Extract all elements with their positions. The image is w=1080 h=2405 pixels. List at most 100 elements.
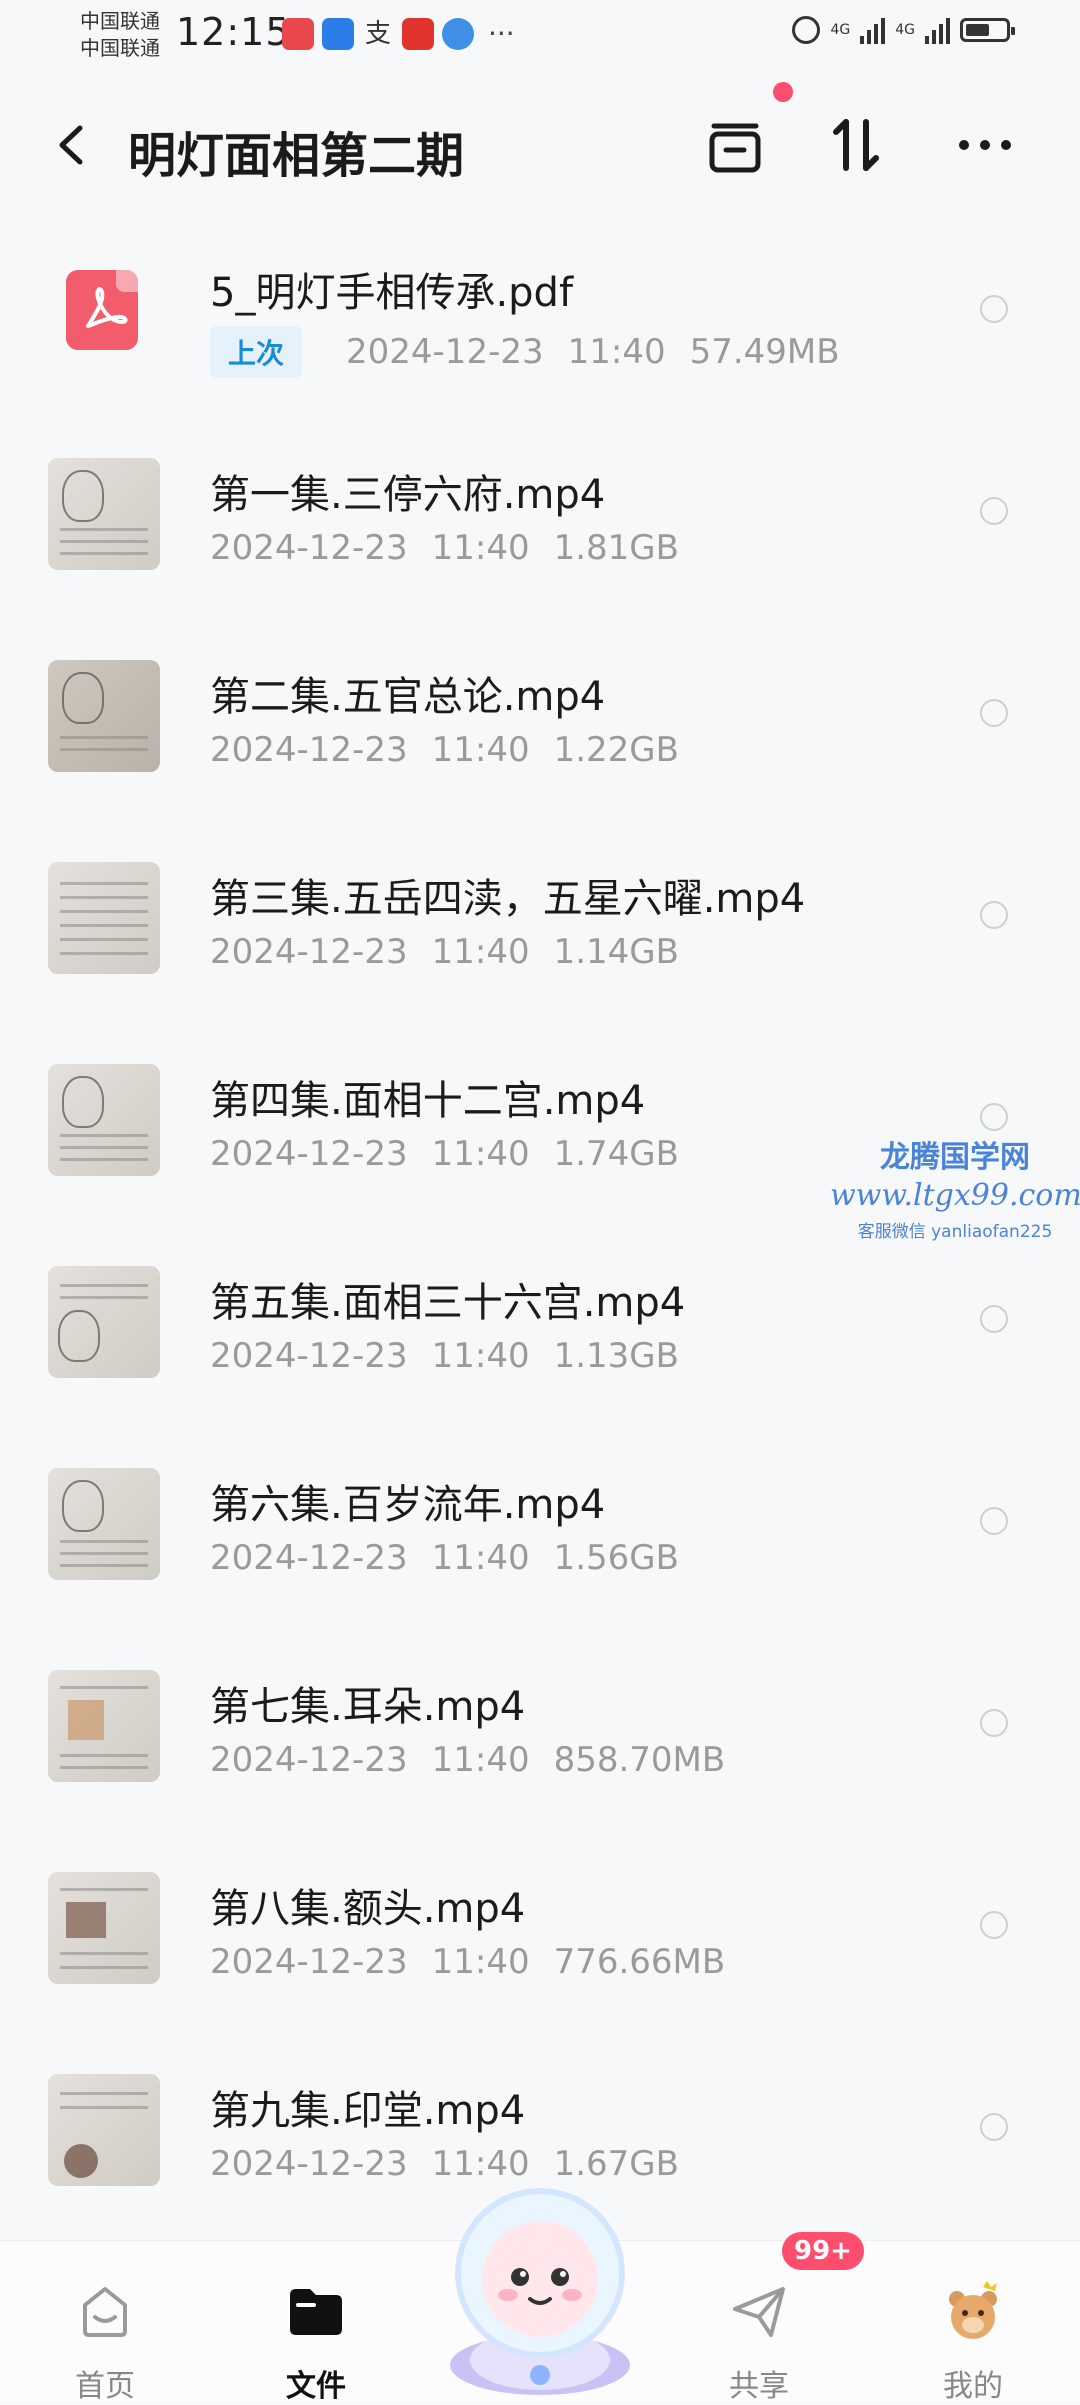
status-time: 12:15 bbox=[176, 10, 291, 54]
file-time: 11:40 bbox=[431, 730, 530, 770]
file-row[interactable]: 第八集.额头.mp4 2024-12-23 11:40 776.66MB bbox=[0, 1824, 1080, 2026]
video-thumbnail bbox=[48, 458, 160, 570]
select-checkbox[interactable] bbox=[980, 1911, 1008, 1939]
file-date: 2024-12-23 bbox=[210, 1336, 408, 1376]
file-date: 2024-12-23 bbox=[210, 2144, 408, 2184]
back-button[interactable] bbox=[52, 120, 92, 170]
app-notification-icon bbox=[322, 17, 354, 50]
watermark-contact: 客服微信 yanliaofan225 bbox=[857, 1222, 1053, 1242]
file-time: 11:40 bbox=[431, 1134, 530, 1174]
ai-assistant-button[interactable] bbox=[430, 2175, 650, 2395]
select-checkbox[interactable] bbox=[980, 2113, 1008, 2141]
transfer-list-button[interactable] bbox=[700, 110, 770, 180]
file-time: 11:40 bbox=[567, 332, 666, 372]
home-icon bbox=[83, 2287, 127, 2337]
astronaut-mascot-icon bbox=[450, 2188, 630, 2395]
bear-avatar-icon bbox=[949, 2281, 997, 2339]
nav-home[interactable]: 首页 bbox=[35, 2261, 175, 2404]
video-thumbnail bbox=[48, 660, 160, 772]
file-size: 1.22GB bbox=[553, 730, 679, 770]
video-thumbnail bbox=[48, 1064, 160, 1176]
file-size: 57.49MB bbox=[689, 332, 840, 372]
file-size: 1.74GB bbox=[553, 1134, 679, 1174]
alarm-icon bbox=[792, 16, 821, 44]
file-name: 第九集.印堂.mp4 bbox=[210, 2088, 526, 2134]
status-bar: 中国联通 中国联通 12:15 支 ··· 4G 4G bbox=[0, 0, 1080, 76]
watermark: 龙腾国学网 www.ltgx99.com 客服微信 yanliaofan225 bbox=[830, 1132, 1080, 1242]
share-count-badge: 99+ bbox=[782, 2232, 864, 2270]
file-name: 第三集.五岳四渎，五星六曜.mp4 bbox=[210, 876, 806, 922]
browser-icon bbox=[442, 17, 474, 50]
select-checkbox[interactable] bbox=[980, 699, 1008, 727]
file-date: 2024-12-23 bbox=[210, 730, 408, 770]
file-size: 1.13GB bbox=[553, 1336, 679, 1376]
page-title: 明灯面相第二期 bbox=[128, 128, 465, 184]
file-name: 第五集.面相三十六宫.mp4 bbox=[210, 1280, 686, 1326]
file-row[interactable]: 第六集.百岁流年.mp4 2024-12-23 11:40 1.56GB bbox=[0, 1420, 1080, 1622]
select-checkbox[interactable] bbox=[980, 1507, 1008, 1535]
file-row[interactable]: 第五集.面相三十六宫.mp4 2024-12-23 11:40 1.13GB bbox=[0, 1218, 1080, 1420]
video-thumbnail bbox=[48, 1266, 160, 1378]
file-size: 1.56GB bbox=[553, 1538, 679, 1578]
file-name: 第七集.耳朵.mp4 bbox=[210, 1684, 526, 1730]
file-name: 第八集.额头.mp4 bbox=[210, 1886, 526, 1932]
file-name: 第六集.百岁流年.mp4 bbox=[210, 1482, 606, 1528]
more-options-button[interactable] bbox=[950, 110, 1020, 180]
select-checkbox[interactable] bbox=[980, 1305, 1008, 1333]
chevron-left-icon bbox=[59, 125, 83, 165]
file-date: 2024-12-23 bbox=[210, 1538, 408, 1578]
video-thumbnail bbox=[48, 1670, 160, 1782]
file-row[interactable]: 第一集.三停六府.mp4 2024-12-23 11:40 1.81GB bbox=[0, 410, 1080, 612]
video-thumbnail bbox=[48, 1468, 160, 1580]
file-meta: 2024-12-23 11:40 1.14GB bbox=[210, 932, 679, 972]
file-name: 5_明灯手相传承.pdf bbox=[210, 270, 574, 316]
file-date: 2024-12-23 bbox=[210, 1942, 408, 1982]
file-size: 1.81GB bbox=[553, 528, 679, 568]
nav-home-label: 首页 bbox=[75, 2369, 135, 2404]
select-checkbox[interactable] bbox=[980, 1709, 1008, 1737]
nav-files[interactable]: 文件 bbox=[246, 2261, 386, 2404]
nav-mine[interactable]: 我的 bbox=[903, 2261, 1043, 2404]
file-name: 第二集.五官总论.mp4 bbox=[210, 674, 606, 720]
select-checkbox[interactable] bbox=[980, 295, 1008, 323]
nav-share[interactable]: 共享 bbox=[689, 2261, 829, 2404]
nav-mine-label: 我的 bbox=[943, 2369, 1003, 2404]
select-checkbox[interactable] bbox=[980, 497, 1008, 525]
nav-share-label: 共享 bbox=[729, 2369, 789, 2404]
file-row[interactable]: 第七集.耳朵.mp4 2024-12-23 11:40 858.70MB bbox=[0, 1622, 1080, 1824]
last-opened-badge: 上次 bbox=[210, 326, 303, 378]
video-thumbnail bbox=[48, 862, 160, 974]
file-row[interactable]: 第二集.五官总论.mp4 2024-12-23 11:40 1.22GB bbox=[0, 612, 1080, 814]
network-type-1: 4G bbox=[830, 22, 851, 38]
more-notifications-icon: ··· bbox=[488, 17, 515, 50]
network-type-2: 4G bbox=[895, 22, 915, 38]
carrier-1: 中国联通 bbox=[80, 9, 160, 33]
file-time: 11:40 bbox=[431, 528, 530, 568]
system-indicators: 4G 4G bbox=[792, 16, 1015, 44]
app-notification-icon bbox=[282, 17, 314, 50]
file-row[interactable]: 第三集.五岳四渎，五星六曜.mp4 2024-12-23 11:40 1.14G… bbox=[0, 814, 1080, 1016]
file-row[interactable]: 5_明灯手相传承.pdf 上次 2024-12-23 11:40 57.49MB bbox=[0, 208, 1080, 410]
file-date: 2024-12-23 bbox=[210, 1134, 408, 1174]
battery-icon bbox=[960, 18, 1015, 42]
select-checkbox[interactable] bbox=[980, 1103, 1008, 1131]
notification-dot bbox=[773, 82, 793, 102]
video-thumbnail bbox=[48, 2074, 160, 2186]
file-size: 1.14GB bbox=[553, 932, 679, 972]
file-meta: 2024-12-23 11:40 1.74GB bbox=[210, 1134, 679, 1174]
app-header: 明灯面相第二期 bbox=[0, 90, 1080, 200]
carrier-2: 中国联通 bbox=[80, 36, 160, 60]
box-icon bbox=[709, 123, 761, 173]
select-checkbox[interactable] bbox=[980, 901, 1008, 929]
file-meta: 2024-12-23 11:40 1.13GB bbox=[210, 1336, 679, 1376]
signal-icon bbox=[925, 16, 950, 44]
watermark-url: www.ltgx99.com bbox=[830, 1178, 1080, 1213]
video-thumbnail bbox=[48, 1872, 160, 1984]
file-meta: 2024-12-23 11:40 1.81GB bbox=[210, 528, 679, 568]
sort-button[interactable] bbox=[822, 110, 892, 180]
file-meta: 2024-12-23 11:40 1.22GB bbox=[210, 730, 679, 770]
file-meta: 2024-12-23 11:40 776.66MB bbox=[210, 1942, 725, 1982]
file-time: 11:40 bbox=[431, 1538, 530, 1578]
file-date: 2024-12-23 bbox=[210, 932, 408, 972]
watermark-name: 龙腾国学网 bbox=[880, 1140, 1030, 1175]
